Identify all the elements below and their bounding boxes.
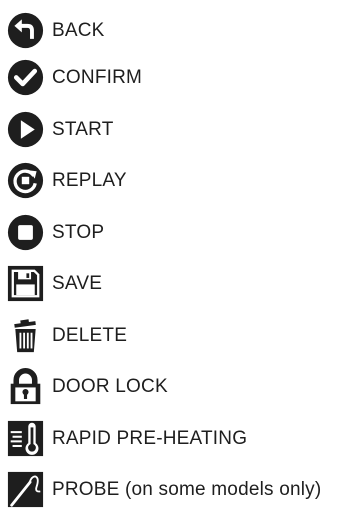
legend-label-probe: PROBE (on some models only) (52, 478, 322, 500)
trash-can-icon (7, 317, 44, 354)
legend-item-door-lock: DOOR LOCK (7, 361, 168, 411)
probe-icon (7, 471, 44, 508)
legend-item-stop: STOP (7, 207, 104, 257)
legend-label-delete: DELETE (52, 324, 128, 346)
legend-item-back: BACK (7, 5, 105, 55)
legend-label-replay: REPLAY (52, 169, 127, 191)
checkmark-icon (7, 59, 44, 96)
back-arrow-icon (7, 12, 44, 49)
legend-label-rapid-pre-heating: RAPID PRE-HEATING (52, 427, 248, 449)
legend-item-confirm: CONFIRM (7, 52, 142, 102)
legend-label-back: BACK (52, 19, 105, 41)
replay-icon (7, 162, 44, 199)
legend-item-rapid-pre-heating: RAPID PRE-HEATING (7, 413, 247, 463)
play-icon (7, 111, 44, 148)
legend-item-start: START (7, 104, 114, 154)
stop-icon (7, 214, 44, 251)
padlock-icon (7, 367, 44, 405)
legend-label-door-lock: DOOR LOCK (52, 375, 168, 397)
legend-label-save: SAVE (52, 272, 103, 294)
legend-label-start: START (52, 118, 114, 140)
legend-item-save: SAVE (7, 258, 102, 308)
rapid-preheat-icon (7, 420, 44, 457)
floppy-disk-icon (7, 265, 44, 302)
legend-label-confirm: CONFIRM (52, 66, 143, 88)
legend-item-delete: DELETE (7, 310, 127, 360)
legend-item-probe: PROBE (on some models only) (7, 464, 321, 514)
legend-label-stop: STOP (52, 221, 105, 243)
legend-item-replay: REPLAY (7, 155, 127, 205)
